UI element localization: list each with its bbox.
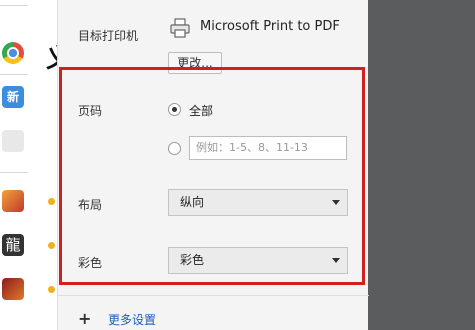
- color-select-value: 彩色: [180, 253, 205, 267]
- divider: [0, 74, 28, 75]
- layout-select-value: 纵向: [180, 195, 205, 209]
- background-app-strip: 新 龍 义: [0, 0, 72, 330]
- layout-label: 布局: [78, 198, 103, 212]
- pages-all-label: 全部: [189, 104, 214, 118]
- bullet-dot: [48, 198, 55, 205]
- dropdown-arrow-icon: [332, 200, 340, 205]
- app-icon[interactable]: [2, 130, 24, 152]
- divider: [0, 5, 28, 6]
- bullet-dot: [48, 242, 55, 249]
- plus-icon[interactable]: +: [78, 311, 91, 327]
- print-settings-panel: 目标打印机 Microsoft Print to PDF 更改... 页码 全部…: [57, 0, 369, 330]
- divider: [58, 295, 369, 296]
- bullet-dot: [48, 286, 55, 293]
- layout-select[interactable]: 纵向: [168, 189, 348, 216]
- screen: 新 龍 义 目标打印机 Microsoft Print to PDF 更改...…: [0, 0, 475, 330]
- pages-label: 页码: [78, 104, 103, 118]
- game-icon[interactable]: [2, 278, 24, 300]
- printer-icon: [170, 18, 190, 38]
- color-select[interactable]: 彩色: [168, 247, 348, 274]
- game-icon[interactable]: 龍: [2, 234, 24, 256]
- destination-label: 目标打印机: [78, 29, 139, 43]
- dropdown-arrow-icon: [332, 258, 340, 263]
- color-label: 彩色: [78, 256, 103, 270]
- news-app-icon[interactable]: 新: [2, 86, 24, 108]
- divider: [0, 172, 28, 173]
- page-range-input[interactable]: 例如：1-5、8、11-13: [189, 136, 347, 160]
- pages-all-radio[interactable]: [168, 103, 181, 116]
- chrome-icon[interactable]: [2, 42, 24, 64]
- printer-name: Microsoft Print to PDF: [200, 19, 340, 34]
- pages-custom-radio[interactable]: [168, 142, 181, 155]
- more-settings-link[interactable]: 更多设置: [108, 311, 156, 328]
- game-icon[interactable]: [2, 190, 24, 212]
